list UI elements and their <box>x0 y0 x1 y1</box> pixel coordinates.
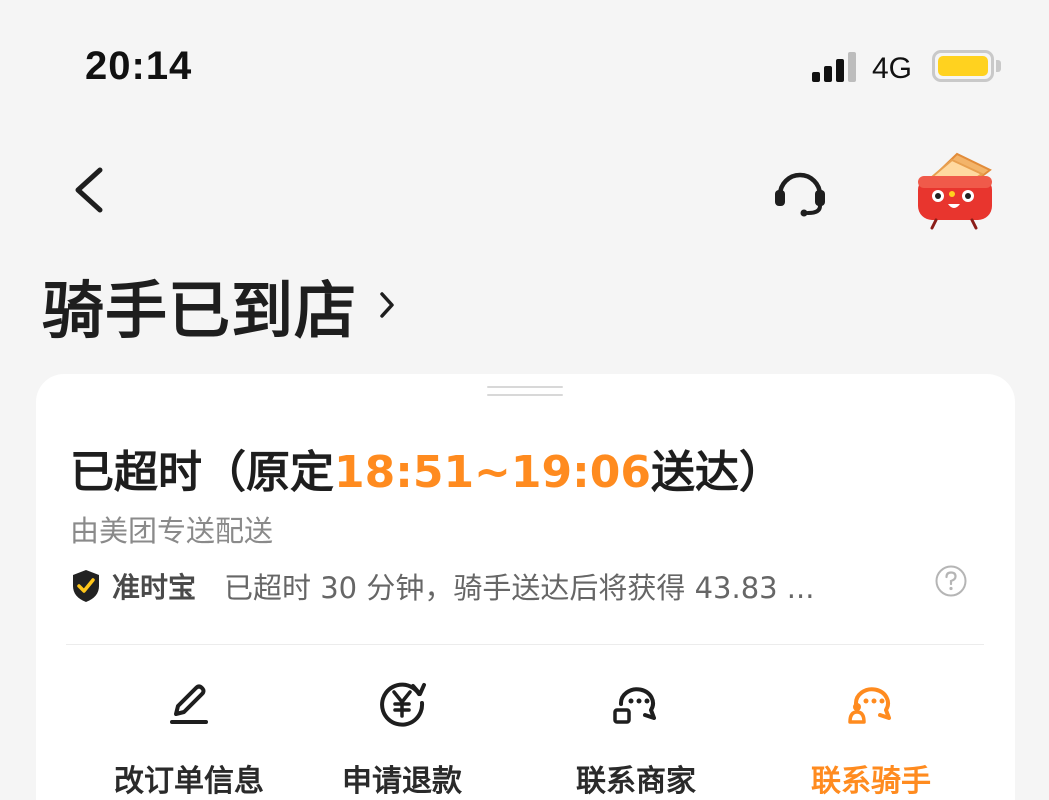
battery-icon <box>932 50 994 82</box>
shield-check-icon <box>73 570 99 602</box>
headset-icon <box>775 172 825 217</box>
refund-icon <box>380 682 426 727</box>
status-time: 20:14 <box>85 44 193 88</box>
guarantee-name: 准时宝 <box>112 571 197 604</box>
chevron-left-icon <box>75 167 103 213</box>
refund-label: 申请退款 <box>342 764 462 799</box>
signal-icon <box>812 52 858 82</box>
scheduled-time: 18:51~19:06 <box>334 447 651 498</box>
question-icon[interactable] <box>934 564 968 598</box>
contact-merchant-label: 联系商家 <box>576 764 696 799</box>
chevron-right-icon <box>380 292 394 318</box>
on-time-guarantee-row[interactable]: 准时宝 已超时 30 分钟，骑手送达后将获得 43.83 ... <box>70 564 970 608</box>
order-status-title[interactable]: 骑手已到店 <box>42 260 397 350</box>
action-bar: 改订单信息 申请退款 联系商家 联系骑手 <box>36 674 1015 800</box>
delivery-card: 已超时（原定 18:51~19:06 送达） 由美团专送配送 准时宝 已超时 3… <box>36 374 1015 800</box>
divider <box>66 644 984 645</box>
red-envelope-mascot-icon <box>918 152 992 230</box>
status-bar: 20:14 4G <box>0 0 1049 130</box>
contact-merchant-button[interactable]: 联系商家 <box>536 674 736 800</box>
guarantee-description: 已超时 30 分钟，骑手送达后将获得 43.83 ... <box>224 571 815 605</box>
delay-suffix: 送达） <box>650 447 783 498</box>
back-button[interactable] <box>66 160 116 220</box>
refund-button[interactable]: 申请退款 <box>302 674 502 800</box>
network-type: 4G <box>872 52 913 85</box>
order-status-text: 骑手已到店 <box>42 274 358 347</box>
battery-tip <box>996 60 1001 72</box>
drag-handle[interactable] <box>487 386 563 400</box>
contact-rider-button[interactable]: 联系骑手 <box>771 674 971 800</box>
contact-rider-label: 联系骑手 <box>811 764 931 799</box>
delay-prefix: 已超时（原定 <box>70 447 334 498</box>
delay-status: 已超时（原定 18:51~19:06 送达） <box>70 436 783 500</box>
rider-chat-icon <box>848 687 891 724</box>
merchant-chat-icon <box>613 687 656 724</box>
delivery-carrier: 由美团专送配送 <box>70 514 274 548</box>
edit-icon <box>170 684 208 724</box>
edit-order-button[interactable]: 改订单信息 <box>89 674 289 800</box>
customer-service-button[interactable] <box>770 165 830 220</box>
mascot-icon[interactable] <box>912 150 998 232</box>
edit-order-label: 改订单信息 <box>114 764 264 799</box>
